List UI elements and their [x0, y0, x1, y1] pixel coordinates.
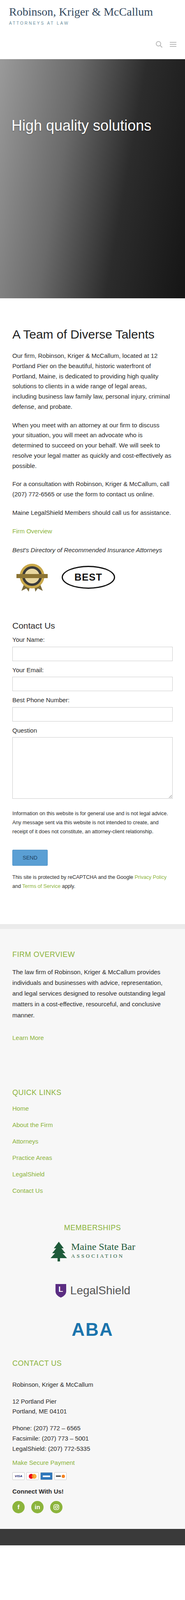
amex-icon [40, 1473, 53, 1481]
linkedin-link[interactable]: in [31, 1501, 44, 1515]
text-input[interactable] [12, 707, 173, 722]
directory-note: Best's Directory of Recommended Insuranc… [12, 545, 173, 556]
recaptcha-text: and [12, 883, 23, 890]
pine-tree-icon [49, 1241, 68, 1263]
seal-icon [12, 563, 52, 592]
recaptcha-note: This site is protected by reCAPTCHA and … [12, 873, 173, 892]
membership-logo[interactable]: LLegalShield [12, 1281, 173, 1301]
intro-paragraph: When you meet with an attorney at our fi… [12, 420, 173, 472]
logo[interactable]: Robinson, Kriger & McCallumATTORNEYS AT … [9, 5, 177, 27]
logo-subtitle: ATTORNEYS AT LAW [9, 20, 177, 28]
intro-heading: A Team of Diverse Talents [12, 327, 173, 343]
search-button[interactable] [155, 39, 163, 50]
rating-badge [12, 563, 52, 592]
aba-title: ABA [71, 1320, 114, 1341]
send-button[interactable]: SEND [12, 850, 48, 867]
phone-line: Facsimile: (207) 773 – 5001 [12, 1434, 173, 1445]
phones: Phone: (207) 772 – 6565Facsimile: (207) … [12, 1424, 173, 1455]
address-line: 12 Portland Pier [12, 1397, 173, 1408]
shield-letter: L [54, 1285, 68, 1295]
bottom-bar [0, 1529, 185, 1547]
field-label: Your Email: [12, 665, 173, 676]
firm-overview-row: Firm Overview [12, 526, 173, 537]
facebook-link[interactable]: f [12, 1501, 25, 1515]
learn-more-row: Learn More [12, 1033, 173, 1044]
address-line: Portland, ME 04101 [12, 1407, 173, 1418]
field-label: Best Phone Number: [12, 695, 173, 706]
menu-button[interactable] [169, 39, 177, 50]
field-label: Question [12, 726, 173, 737]
visa-label: VISA [14, 1474, 23, 1480]
terms-link[interactable]: Terms of Service [22, 883, 61, 890]
menu-icon [169, 40, 177, 49]
intro-section: A Team of Diverse Talents Our firm, Robin… [0, 298, 185, 592]
site-footer: FIRM OVERVIEW The law firm of Robinson, K… [0, 924, 185, 1547]
msba-subtitle: ASSOCIATION [71, 1252, 136, 1261]
firm-name: Robinson, Kriger & McCallum [12, 1380, 173, 1391]
quick-link[interactable]: About the Firm [12, 1117, 173, 1134]
logo-title: Robinson, Kriger & McCallum [9, 5, 177, 19]
intro-paragraph: Our firm, Robinson, Kriger & McCallum, l… [12, 351, 173, 413]
facebook-label: f [17, 1503, 20, 1514]
mastercard-icon [26, 1473, 39, 1481]
hero-banner: High quality solutions [0, 59, 185, 299]
address: 12 Portland PierPortland, ME 04101 [12, 1397, 173, 1418]
contact-heading: Contact Us [12, 620, 173, 632]
social-links: f in [12, 1501, 173, 1515]
best-badge: BEST [61, 566, 116, 590]
overview-heading: FIRM OVERVIEW [12, 950, 173, 960]
text-input[interactable] [12, 647, 173, 662]
firm-overview-link[interactable]: Firm Overview [12, 527, 53, 535]
quick-link[interactable]: LegalShield [12, 1166, 173, 1184]
card-icon [54, 1473, 67, 1481]
hero-title: High quality solutions [11, 116, 152, 135]
payment-cards: VISA [12, 1473, 173, 1481]
memberships-heading: MEMBERSHIPS [12, 1224, 173, 1234]
instagram-icon [53, 1504, 60, 1512]
quick-links-heading: QUICK LINKS [12, 1089, 173, 1099]
phone-line: Phone: (207) 772 – 6565 [12, 1424, 173, 1435]
disclaimer: Information on this website is for gener… [12, 809, 173, 838]
learn-more-link[interactable]: Learn More [12, 1034, 44, 1042]
recaptcha-text: This site is protected by reCAPTCHA and … [12, 874, 135, 881]
memberships: MEMBERSHIPS Maine State BarASSOCIATION LLe… [12, 1224, 173, 1341]
discover-icon [54, 1473, 67, 1481]
intro-paragraph: Maine LegalShield Members should call us… [12, 508, 173, 519]
privacy-link[interactable]: Privacy Policy [134, 874, 167, 881]
overview-text: The law firm of Robinson, Kriger & McCal… [12, 967, 173, 1022]
recaptcha-text: apply. [60, 883, 76, 890]
badges: BEST [12, 563, 173, 592]
quick-link[interactable]: Contact Us [12, 1183, 173, 1200]
intro-paragraph: For a consultation with Robinson, Kriger… [12, 479, 173, 500]
quick-link[interactable]: Practice Areas [12, 1150, 173, 1167]
connect-title: Connect With Us! [12, 1487, 173, 1498]
payment-link[interactable]: Make Secure Payment [12, 1459, 75, 1467]
card-icon [26, 1473, 39, 1481]
shield-icon: L [54, 1283, 68, 1299]
search-icon [155, 40, 163, 49]
instagram-link[interactable] [50, 1501, 63, 1515]
contact-form: Contact Us Your Name: Your Email: Best Phon… [0, 592, 185, 892]
contact-block: CONTACT US Robinson, Kriger & McCallum 12 … [12, 1359, 173, 1515]
legalshield-title: LegalShield [70, 1281, 131, 1301]
quick-link[interactable]: Attorneys [12, 1133, 173, 1151]
field-label: Your Name: [12, 635, 173, 646]
quick-link[interactable]: Home [12, 1100, 173, 1118]
card-icon: VISA [12, 1473, 25, 1481]
membership-logo[interactable]: ABA [12, 1320, 173, 1341]
contact-heading: CONTACT US [12, 1359, 173, 1369]
best-badge-title: BEST [74, 569, 103, 586]
phone-line: LegalShield: (207) 772-5335 [12, 1444, 173, 1455]
text-input[interactable] [12, 677, 173, 692]
header-icons [9, 39, 177, 50]
msba-title: Maine State Bar [71, 1242, 136, 1253]
question-textarea[interactable] [12, 737, 173, 800]
quick-links: HomeAbout the FirmAttorneysPractice Area… [12, 1100, 173, 1200]
card-icon [40, 1473, 53, 1481]
payment-row: Make Secure Payment [12, 1458, 173, 1469]
linkedin-label: in [34, 1503, 40, 1514]
msba-text: Maine State BarASSOCIATION [71, 1242, 136, 1261]
membership-logo[interactable]: Maine State BarASSOCIATION [12, 1241, 173, 1263]
site-header: Robinson, Kriger & McCallumATTORNEYS AT … [0, 0, 185, 60]
